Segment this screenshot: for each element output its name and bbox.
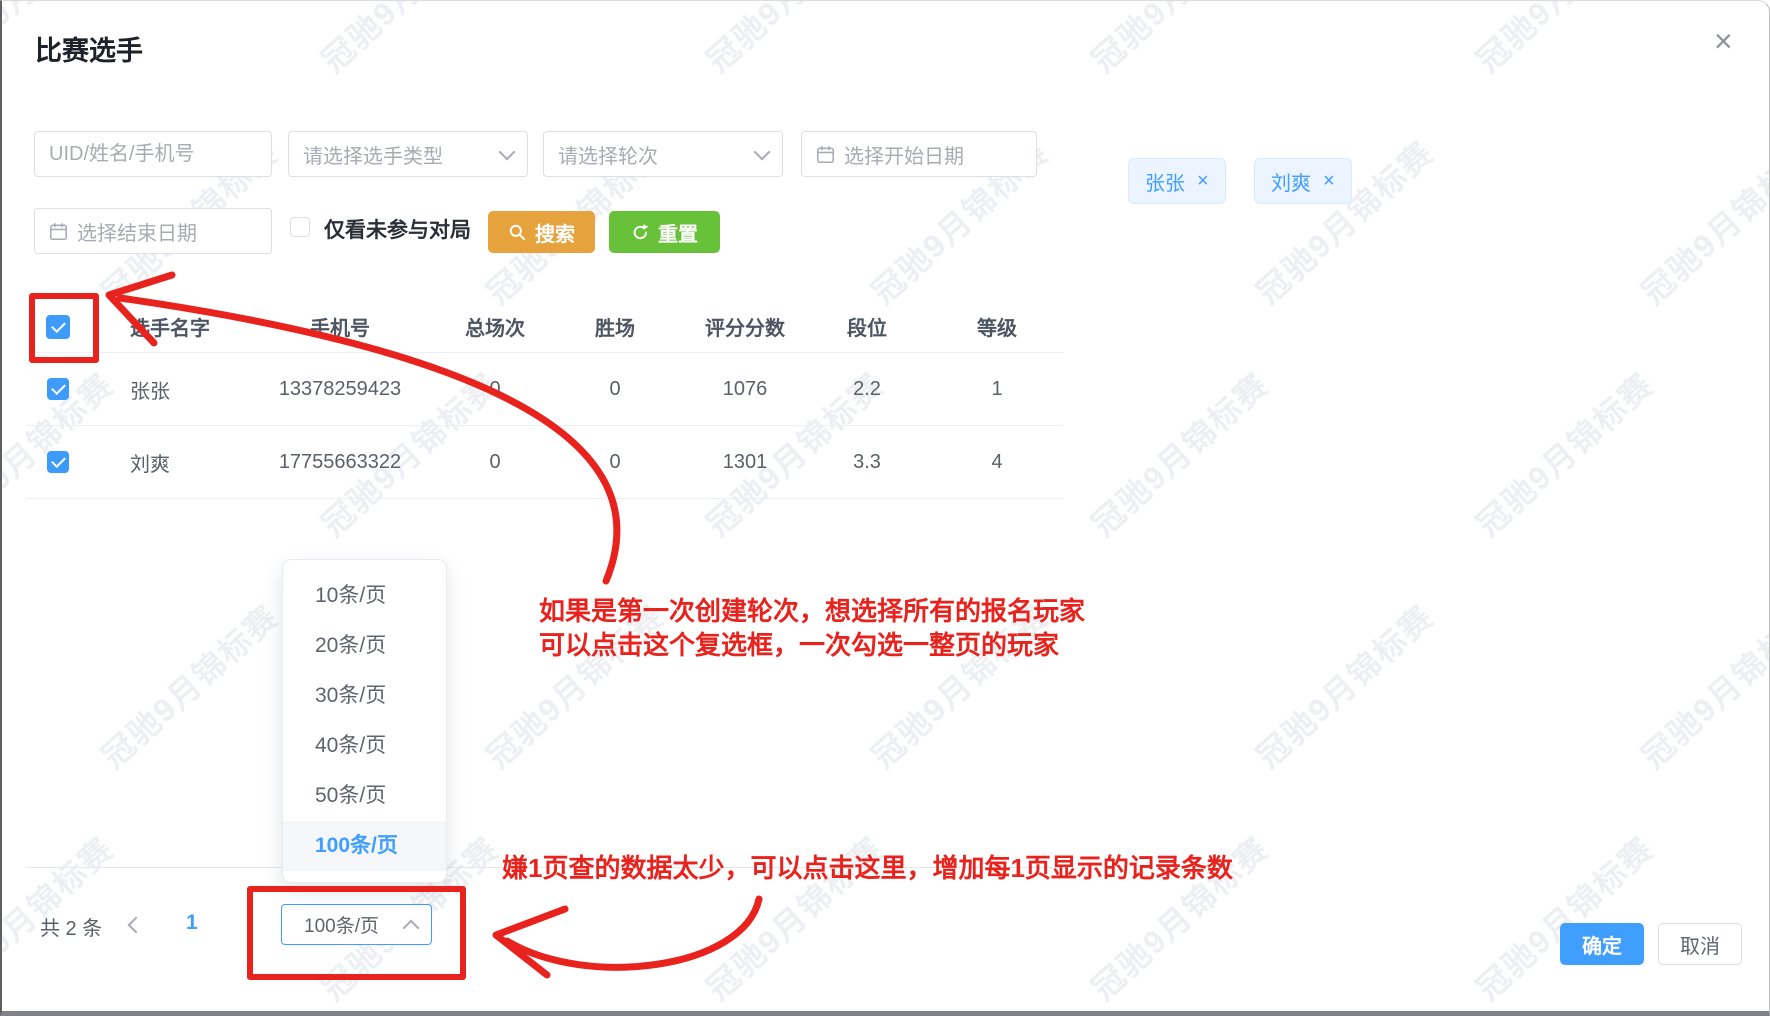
cell-phone: 13378259423 bbox=[267, 378, 413, 401]
table-row[interactable]: 张张 13378259423 0 0 1076 2.2 1 bbox=[27, 353, 1063, 426]
table-row[interactable]: 刘爽 17755663322 0 0 1301 3.3 4 bbox=[27, 426, 1063, 499]
competition-players-dialog: 冠驰9月锦标赛冠驰9月锦标赛冠驰9月锦标赛冠驰9月锦标赛冠驰9月锦标赛冠驰9月锦… bbox=[0, 0, 1770, 1016]
tag-label: 张张 bbox=[1145, 167, 1185, 196]
check-icon bbox=[51, 318, 66, 333]
pagination-total: 共 2 条 bbox=[40, 912, 102, 941]
cell-wins: 0 bbox=[577, 451, 653, 474]
round-select[interactable]: 请选择轮次 bbox=[543, 131, 783, 177]
annotation-page-size-tip: 嫌1页查的数据太少，可以点击这里，增加每1页显示的记录条数 bbox=[502, 851, 1233, 885]
players-table: 选手名字 手机号 总场次 胜场 评分分数 段位 等级 张张 1337825942… bbox=[27, 301, 1063, 499]
search-button[interactable]: 搜索 bbox=[488, 211, 595, 253]
search-icon bbox=[508, 223, 527, 242]
cell-name: 张张 bbox=[89, 375, 267, 404]
table-header-row: 选手名字 手机号 总场次 胜场 评分分数 段位 等级 bbox=[27, 301, 1063, 353]
watermark-text: 冠驰9月锦标赛 bbox=[1465, 1, 1662, 81]
check-icon bbox=[51, 380, 66, 395]
annotation-line: 可以点击这个复选框，一次勾选一整页的玩家 bbox=[539, 628, 1085, 662]
chevron-down-icon bbox=[754, 144, 771, 161]
page-size-option[interactable]: 10条/页 bbox=[283, 571, 446, 621]
page-size-option[interactable]: 20条/页 bbox=[283, 621, 446, 671]
refresh-icon bbox=[631, 223, 650, 242]
page-size-option[interactable]: 30条/页 bbox=[283, 671, 446, 721]
calendar-icon bbox=[49, 222, 68, 241]
cancel-button[interactable]: 取消 bbox=[1658, 923, 1742, 965]
watermark-text: 冠驰9月锦标赛 bbox=[1465, 361, 1662, 545]
cell-score: 1076 bbox=[653, 378, 837, 401]
chevron-left-icon[interactable] bbox=[128, 917, 145, 934]
start-date-placeholder: 选择开始日期 bbox=[844, 140, 964, 169]
cell-level: 4 bbox=[897, 451, 1063, 474]
pagination-page-1[interactable]: 1 bbox=[186, 911, 198, 935]
round-placeholder: 请选择轮次 bbox=[558, 140, 658, 169]
search-button-label: 搜索 bbox=[535, 218, 575, 247]
selected-player-tag: 张张 × bbox=[1128, 158, 1226, 204]
watermark-text: 冠驰9月锦标赛 bbox=[1245, 129, 1442, 313]
end-date-placeholder: 选择结束日期 bbox=[77, 217, 197, 246]
only-unplayed-checkbox[interactable] bbox=[290, 217, 310, 237]
watermark-text: 冠驰9月锦标赛 bbox=[1080, 361, 1277, 545]
cell-wins: 0 bbox=[577, 378, 653, 401]
calendar-icon bbox=[816, 145, 835, 164]
column-header-level: 等级 bbox=[897, 312, 1063, 341]
chevron-up-icon bbox=[403, 919, 420, 936]
watermark-text: 冠驰9月锦标赛 bbox=[1465, 825, 1662, 1009]
column-header-wins: 胜场 bbox=[577, 312, 653, 341]
player-type-select[interactable]: 请选择选手类型 bbox=[288, 131, 528, 177]
annotation-line: 如果是第一次创建轮次，想选择所有的报名玩家 bbox=[539, 594, 1085, 628]
chevron-down-icon bbox=[499, 144, 516, 161]
tag-label: 刘爽 bbox=[1271, 167, 1311, 196]
watermark-text: 冠驰9月锦标赛 bbox=[90, 593, 287, 777]
page-size-option-selected[interactable]: 100条/页 bbox=[283, 821, 446, 871]
cell-rank: 2.2 bbox=[837, 378, 897, 401]
page-size-dropdown: 10条/页 20条/页 30条/页 40条/页 50条/页 100条/页 bbox=[282, 559, 447, 883]
start-date-picker[interactable]: 选择开始日期 bbox=[801, 131, 1037, 177]
end-date-picker[interactable]: 选择结束日期 bbox=[34, 208, 272, 254]
watermark-text: 冠驰9月锦标赛 bbox=[1080, 1, 1277, 81]
only-unplayed-label: 仅看未参与对局 bbox=[324, 214, 471, 244]
cell-total: 0 bbox=[413, 451, 577, 474]
confirm-button[interactable]: 确定 bbox=[1560, 923, 1644, 965]
reset-button[interactable]: 重置 bbox=[609, 211, 720, 253]
column-header-score: 评分分数 bbox=[653, 312, 837, 341]
cell-phone: 17755663322 bbox=[267, 451, 413, 474]
watermark-text: 冠驰9月锦标赛 bbox=[310, 1, 507, 81]
watermark-text: 冠驰9月锦标赛 bbox=[1630, 593, 1769, 777]
page-title: 比赛选手 bbox=[35, 29, 143, 68]
page-size-select[interactable]: 100条/页 bbox=[281, 904, 432, 945]
cell-level: 1 bbox=[897, 378, 1063, 401]
column-header-total: 总场次 bbox=[413, 312, 577, 341]
annotation-select-all-tip: 如果是第一次创建轮次，想选择所有的报名玩家 可以点击这个复选框，一次勾选一整页的… bbox=[539, 594, 1085, 662]
tag-close-icon[interactable]: × bbox=[1323, 170, 1335, 193]
selected-player-tag: 刘爽 × bbox=[1254, 158, 1352, 204]
check-icon bbox=[51, 453, 66, 468]
row-checkbox[interactable] bbox=[47, 378, 69, 400]
cell-name: 刘爽 bbox=[89, 448, 267, 477]
tag-close-icon[interactable]: × bbox=[1197, 170, 1209, 193]
cell-total: 0 bbox=[413, 378, 577, 401]
page-size-option[interactable]: 40条/页 bbox=[283, 721, 446, 771]
close-icon[interactable]: × bbox=[1714, 25, 1733, 57]
watermark-text: 冠驰9月锦标赛 bbox=[1245, 593, 1442, 777]
page-size-option[interactable]: 50条/页 bbox=[283, 771, 446, 821]
keyword-input[interactable] bbox=[34, 131, 272, 177]
column-header-rank: 段位 bbox=[837, 312, 897, 341]
column-header-name: 选手名字 bbox=[89, 312, 267, 341]
row-checkbox[interactable] bbox=[47, 451, 69, 473]
reset-button-label: 重置 bbox=[658, 218, 698, 247]
cell-rank: 3.3 bbox=[837, 451, 897, 474]
watermark-text: 冠驰9月锦标赛 bbox=[1630, 129, 1769, 313]
player-type-placeholder: 请选择选手类型 bbox=[303, 140, 443, 169]
cell-score: 1301 bbox=[653, 451, 837, 474]
page-size-value: 100条/页 bbox=[304, 911, 379, 938]
select-all-checkbox[interactable] bbox=[46, 315, 70, 339]
column-header-phone: 手机号 bbox=[267, 312, 413, 341]
watermark-text: 冠驰9月锦标赛 bbox=[695, 1, 892, 81]
